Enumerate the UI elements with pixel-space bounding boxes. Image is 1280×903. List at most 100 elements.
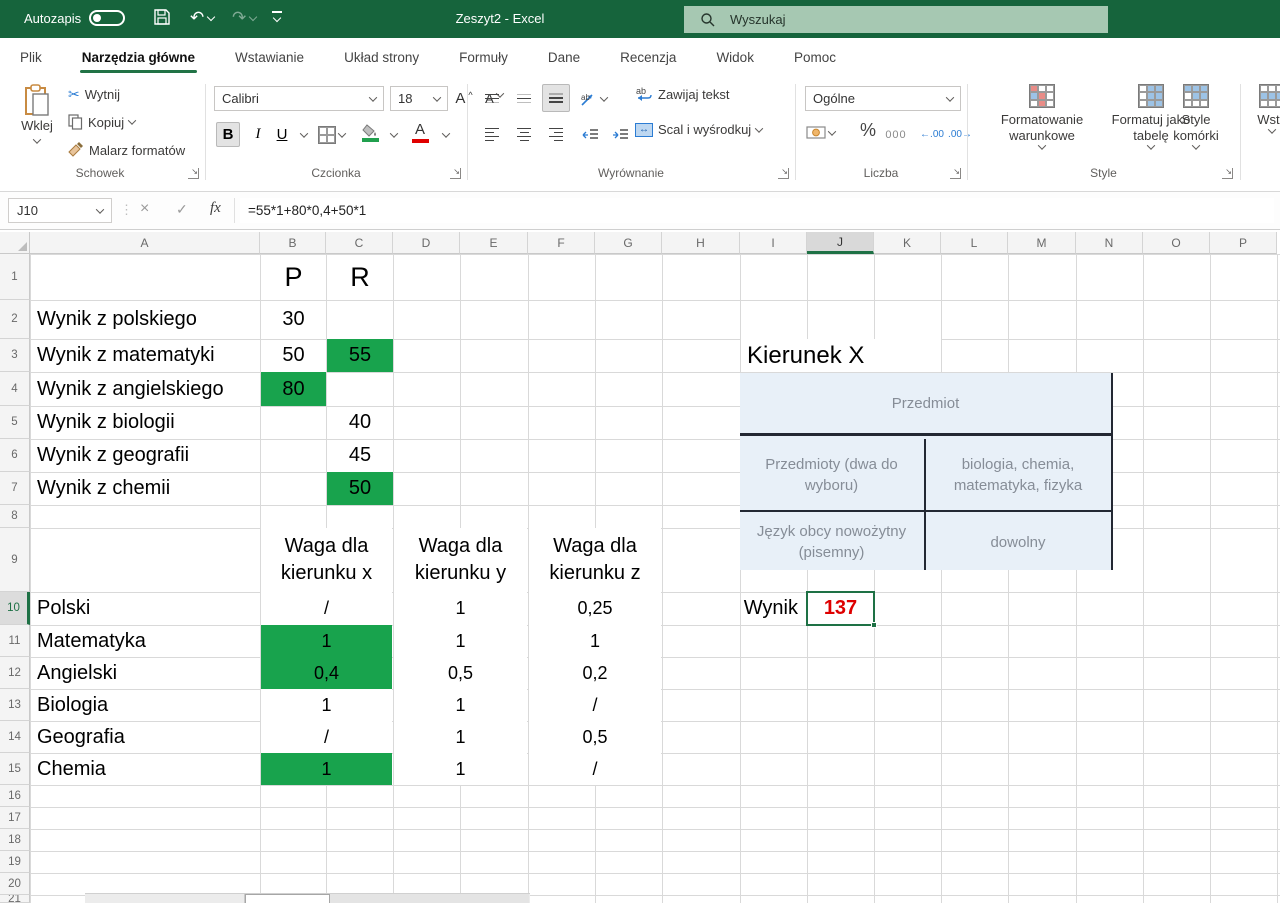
gridline [1008, 254, 1009, 903]
row-header-20[interactable]: 20 [0, 873, 30, 895]
column-header-D[interactable]: D [393, 232, 460, 254]
requirements-row2-right: dowolny [925, 514, 1111, 570]
gridline [30, 785, 1280, 786]
cell-A6[interactable]: Wynik z geografii [31, 439, 259, 472]
gridline [30, 873, 1280, 874]
cell-D15-merged[interactable]: 1 [394, 753, 527, 785]
cell-B10-merged[interactable]: / [261, 592, 392, 625]
row-header-6[interactable]: 6 [0, 439, 30, 472]
column-header-L[interactable]: L [941, 232, 1008, 254]
cell-B12-merged[interactable]: 0,4 [261, 657, 392, 689]
requirements-vertical-divider [924, 439, 926, 570]
cell-A4[interactable]: Wynik z angielskiego [31, 372, 259, 406]
sheet-tab-bar-partial[interactable] [85, 893, 530, 903]
row-header-2[interactable]: 2 [0, 300, 30, 339]
row-header-10[interactable]: 10 [0, 592, 30, 625]
cell-A12[interactable]: Angielski [31, 657, 259, 689]
row-header-14[interactable]: 14 [0, 721, 30, 753]
row-header-11[interactable]: 11 [0, 625, 30, 657]
cell-I10[interactable]: Wynik [741, 592, 806, 625]
cell-F13-merged[interactable]: / [529, 689, 661, 721]
column-header-J[interactable]: J [807, 232, 874, 254]
cell-B14-merged[interactable]: / [261, 721, 392, 753]
cell-A11[interactable]: Matematyka [31, 625, 259, 657]
row-header-13[interactable]: 13 [0, 689, 30, 721]
cell-B4[interactable]: 80 [261, 372, 326, 406]
cell-A10[interactable]: Polski [31, 592, 259, 625]
cell-B11-merged[interactable]: 1 [261, 625, 392, 657]
column-header-C[interactable]: C [326, 232, 393, 254]
row-header-7[interactable]: 7 [0, 472, 30, 505]
column-header-N[interactable]: N [1076, 232, 1143, 254]
cell-C5[interactable]: 40 [327, 406, 393, 439]
cell-A3[interactable]: Wynik z matematyki [31, 339, 259, 372]
requirements-row1-right: biologia, chemia, matematyka, fizyka [925, 439, 1111, 510]
row-header-18[interactable]: 18 [0, 829, 30, 851]
cell-D10-merged[interactable]: 1 [394, 592, 527, 625]
row-header-21[interactable]: 21 [0, 895, 30, 903]
column-header-G[interactable]: G [595, 232, 662, 254]
cell-C7[interactable]: 50 [327, 472, 393, 505]
column-header-O[interactable]: O [1143, 232, 1210, 254]
column-header-E[interactable]: E [460, 232, 528, 254]
column-header-F[interactable]: F [528, 232, 595, 254]
column-header-H[interactable]: H [662, 232, 740, 254]
fill-handle[interactable] [871, 622, 877, 628]
column-header-M[interactable]: M [1008, 232, 1076, 254]
row-header-19[interactable]: 19 [0, 851, 30, 873]
worksheet: ABCDEFGHIJKLMNOP123456789101112131415161… [0, 0, 1280, 903]
cell-B13-merged[interactable]: 1 [261, 689, 392, 721]
column-header-K[interactable]: K [874, 232, 941, 254]
cell-B2[interactable]: 30 [261, 300, 326, 339]
cell-A15[interactable]: Chemia [31, 753, 259, 785]
cell-D9-merged[interactable]: Waga dla kierunku y [394, 528, 527, 592]
cell-D11-merged[interactable]: 1 [394, 625, 527, 657]
row-header-8[interactable]: 8 [0, 505, 30, 528]
requirements-row1-left: Przedmioty (dwa do wyboru) [740, 439, 923, 510]
cell-F9-merged[interactable]: Waga dla kierunku z [529, 528, 661, 592]
row-header-17[interactable]: 17 [0, 807, 30, 829]
row-header-9[interactable]: 9 [0, 528, 30, 592]
cell-D14-merged[interactable]: 1 [394, 721, 527, 753]
cell-A14[interactable]: Geografia [31, 721, 259, 753]
row-header-15[interactable]: 15 [0, 753, 30, 785]
sheet-tab-partial[interactable] [85, 894, 245, 903]
cell-D12-merged[interactable]: 0,5 [394, 657, 527, 689]
cell-I3[interactable]: Kierunek X [741, 339, 941, 372]
column-header-I[interactable]: I [740, 232, 807, 254]
gridline [1143, 254, 1144, 903]
cell-D13-merged[interactable]: 1 [394, 689, 527, 721]
column-header-A[interactable]: A [30, 232, 260, 254]
row-header-12[interactable]: 12 [0, 657, 30, 689]
cell-F14-merged[interactable]: 0,5 [529, 721, 661, 753]
row-header-3[interactable]: 3 [0, 339, 30, 372]
cell-F15-merged[interactable]: / [529, 753, 661, 785]
cell-B9-merged[interactable]: Waga dla kierunku x [261, 528, 392, 592]
column-header-B[interactable]: B [260, 232, 326, 254]
cell-F12-merged[interactable]: 0,2 [529, 657, 661, 689]
cell-B1[interactable]: P [261, 254, 326, 300]
select-all-corner[interactable] [0, 232, 30, 254]
sheet-tab-active-partial[interactable] [245, 894, 330, 903]
row-header-4[interactable]: 4 [0, 372, 30, 406]
gridline [30, 254, 1280, 255]
sheet-tab-partial[interactable] [330, 894, 529, 903]
gridline [1076, 254, 1077, 903]
row-header-5[interactable]: 5 [0, 406, 30, 439]
column-header-P[interactable]: P [1210, 232, 1277, 254]
cell-F11-merged[interactable]: 1 [529, 625, 661, 657]
cell-A13[interactable]: Biologia [31, 689, 259, 721]
cell-C1[interactable]: R [327, 254, 393, 300]
row-header-1[interactable]: 1 [0, 254, 30, 300]
cell-A7[interactable]: Wynik z chemii [31, 472, 259, 505]
active-cell-selection[interactable] [806, 591, 875, 626]
cell-B3[interactable]: 50 [261, 339, 326, 372]
row-header-16[interactable]: 16 [0, 785, 30, 807]
cell-B15-merged[interactable]: 1 [261, 753, 392, 785]
gridline [941, 254, 942, 903]
cell-F10-merged[interactable]: 0,25 [529, 592, 661, 625]
cell-C6[interactable]: 45 [327, 439, 393, 472]
cell-A2[interactable]: Wynik z polskiego [31, 300, 259, 339]
cell-A5[interactable]: Wynik z biologii [31, 406, 259, 439]
cell-C3[interactable]: 55 [327, 339, 393, 372]
